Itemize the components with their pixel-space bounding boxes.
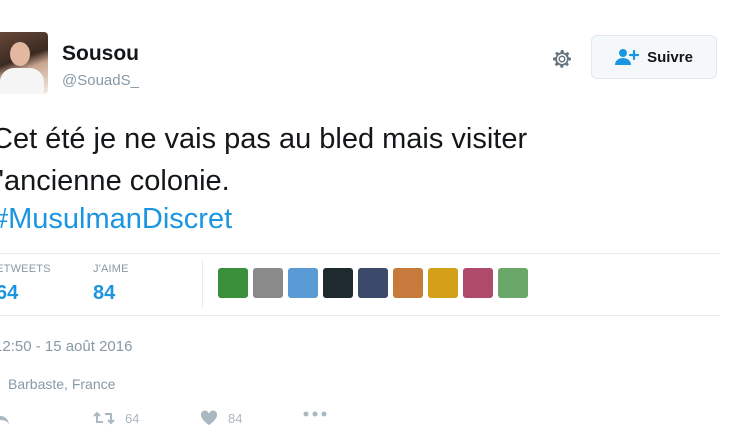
- retweet-button[interactable]: 64: [93, 410, 139, 426]
- add-user-icon: [615, 48, 640, 66]
- retweets-count[interactable]: 64: [0, 282, 18, 305]
- avatar-face: [10, 42, 30, 66]
- divider-bottom: [0, 315, 720, 316]
- tweet-location[interactable]: Barbaste, France: [8, 376, 115, 392]
- author-avatar[interactable]: [0, 32, 48, 94]
- likes-count[interactable]: 84: [93, 282, 115, 305]
- tweet-text-line-2: l'ancienne colonie.: [0, 165, 230, 197]
- liker-avatar[interactable]: [463, 268, 493, 298]
- hashtag-link[interactable]: #MusulmanDiscret: [0, 203, 232, 236]
- gear-icon[interactable]: [550, 47, 574, 71]
- tweet-timestamp[interactable]: 12:50 - 15 août 2016: [0, 338, 132, 355]
- liker-avatar[interactable]: [428, 268, 458, 298]
- liker-avatars: [218, 268, 528, 298]
- follow-button-label: Suivre: [647, 48, 693, 66]
- like-button[interactable]: 84: [200, 410, 242, 426]
- liker-avatar[interactable]: [288, 268, 318, 298]
- heart-icon: [200, 410, 218, 426]
- liker-avatar[interactable]: [358, 268, 388, 298]
- follow-button[interactable]: Suivre: [591, 35, 717, 79]
- liker-avatar[interactable]: [253, 268, 283, 298]
- like-action-count: 84: [228, 410, 243, 426]
- more-options-button[interactable]: [302, 410, 328, 418]
- divider-top: [0, 253, 720, 254]
- retweets-label: RETWEETS: [0, 263, 51, 275]
- author-handle[interactable]: @SouadS_: [62, 72, 139, 89]
- tweet-text-line-1: Cet été je ne vais pas au bled mais visi…: [0, 123, 528, 155]
- retweet-icon: [93, 410, 115, 426]
- liker-avatar[interactable]: [498, 268, 528, 298]
- more-dots-icon: [302, 410, 328, 418]
- liker-avatar[interactable]: [218, 268, 248, 298]
- reply-button[interactable]: [0, 410, 10, 426]
- author-name[interactable]: Sousou: [62, 42, 139, 66]
- liker-avatar[interactable]: [323, 268, 353, 298]
- likes-label: J'AIME: [93, 263, 129, 275]
- stats-separator: [202, 260, 203, 308]
- retweet-action-count: 64: [125, 410, 140, 426]
- liker-avatar[interactable]: [393, 268, 423, 298]
- reply-icon: [0, 410, 10, 426]
- avatar-shirt: [0, 68, 44, 94]
